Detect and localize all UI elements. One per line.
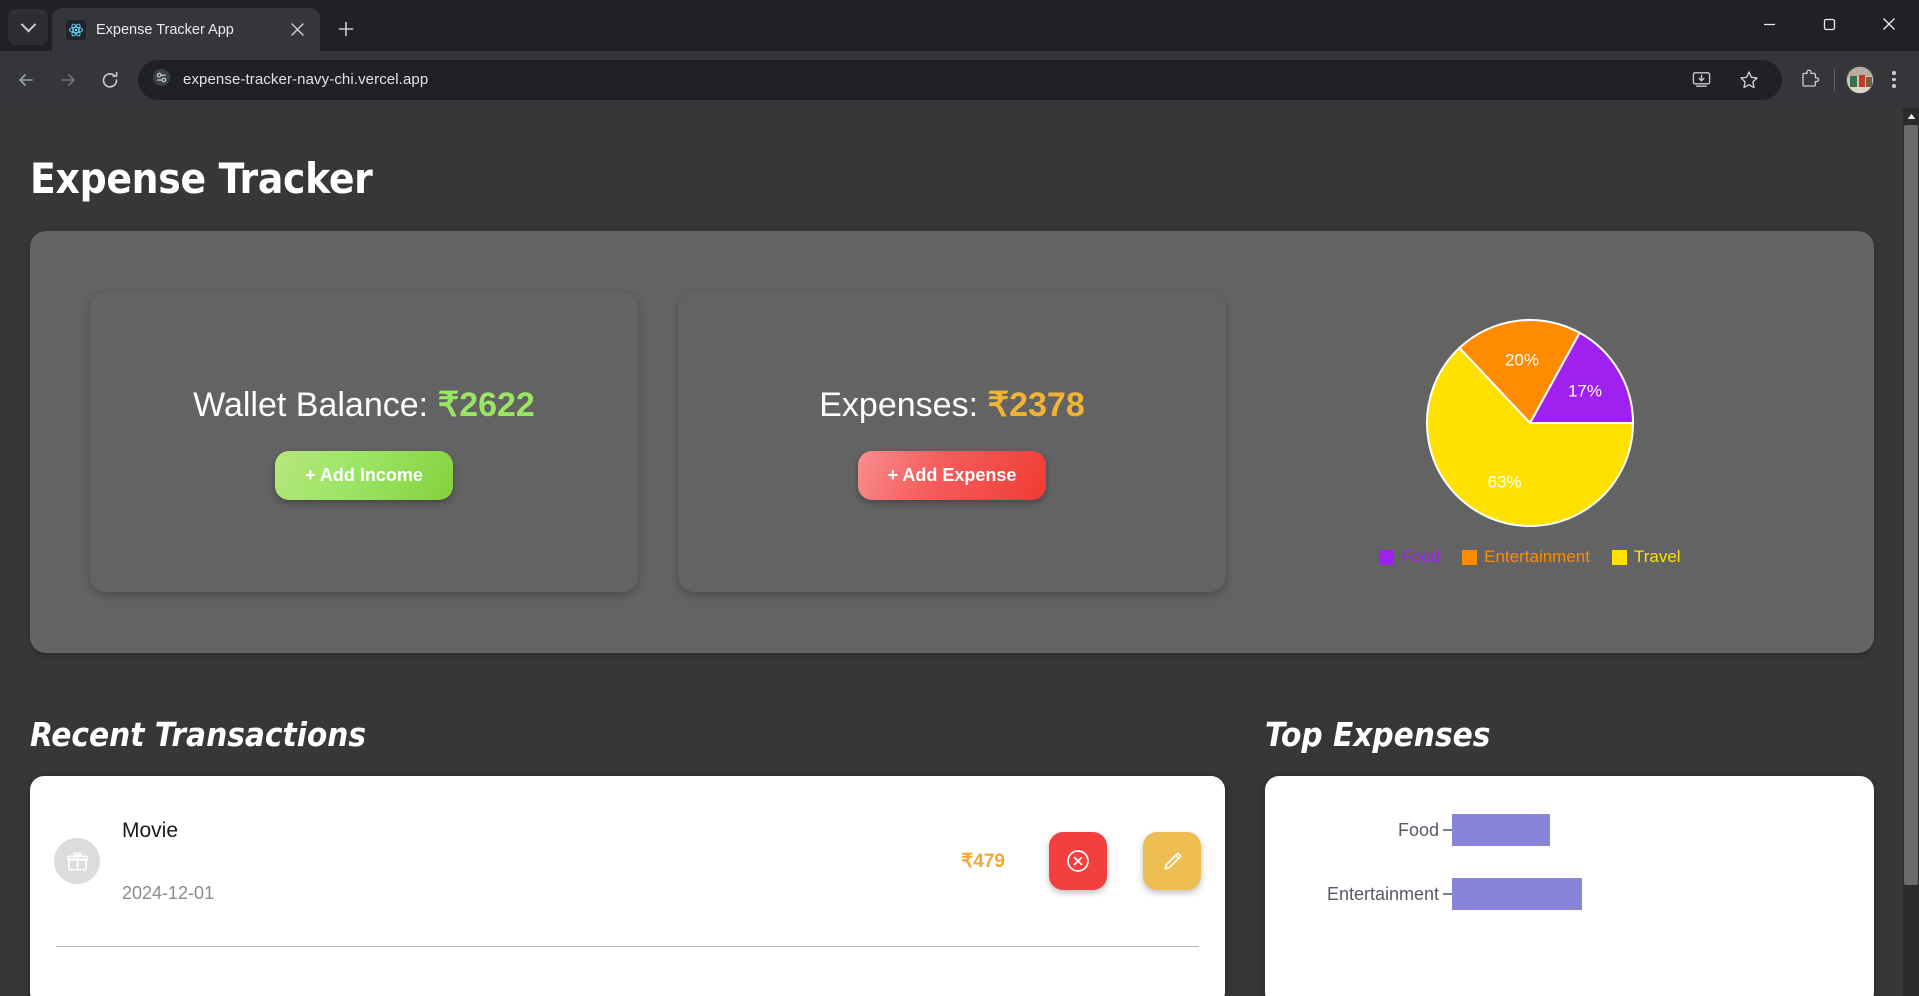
install-app-icon[interactable]	[1684, 63, 1718, 97]
transactions-card: Movie 2024-12-01 ₹479	[30, 776, 1225, 996]
circle-x-icon	[1067, 850, 1089, 872]
legend-swatch	[1379, 549, 1395, 565]
pie-label: 63%	[1488, 473, 1522, 492]
add-income-button[interactable]: + Add Income	[275, 450, 453, 500]
axis-tick	[1443, 829, 1452, 831]
expenses-amount: ₹2378	[987, 385, 1085, 424]
add-expense-button[interactable]: + Add Expense	[857, 450, 1047, 500]
url-text: expense-tracker-navy-chi.vercel.app	[183, 71, 429, 88]
toolbar-divider	[1834, 68, 1835, 91]
minimize-button[interactable]	[1739, 0, 1799, 48]
legend-item-food[interactable]: Food	[1379, 547, 1440, 567]
back-button[interactable]	[6, 60, 46, 100]
page-title: Expense Tracker	[30, 154, 373, 203]
pie-label: 20%	[1505, 351, 1539, 370]
wallet-balance-text: Wallet Balance:	[193, 385, 438, 424]
new-tab-button[interactable]	[328, 11, 364, 47]
expenses-card: Expenses: ₹2378 + Add Expense	[678, 292, 1226, 592]
close-window-button[interactable]	[1859, 0, 1919, 48]
pencil-icon	[1163, 851, 1182, 870]
wallet-balance-label: Wallet Balance: ₹2622	[193, 385, 535, 425]
reload-button[interactable]	[90, 60, 130, 100]
extensions-icon[interactable]	[1792, 63, 1826, 97]
legend-label: Travel	[1633, 547, 1681, 566]
react-logo-icon	[66, 19, 86, 40]
avatar[interactable]	[1843, 63, 1877, 97]
close-icon[interactable]	[284, 17, 310, 43]
browser-menu-button[interactable]	[1879, 63, 1909, 97]
wallet-balance-amount: ₹2622	[437, 385, 535, 424]
top-expenses-title: Top Expenses	[1265, 715, 1491, 754]
legend-item-travel[interactable]: Travel	[1611, 547, 1681, 567]
bookmark-star-icon[interactable]	[1732, 63, 1766, 97]
lower-section: Recent Transactions Movie 2024-12-01 ₹47…	[30, 715, 1874, 996]
legend-swatch	[1611, 549, 1627, 565]
bar-fill	[1452, 878, 1582, 910]
expenses-text: Expenses:	[819, 385, 988, 424]
top-expenses-bar-chart: Food Entertainment	[1283, 798, 1856, 926]
window-controls	[1739, 0, 1919, 48]
pie-legend: Food Entertainment Travel	[1379, 547, 1681, 567]
recent-transactions-title: Recent Transactions	[30, 715, 367, 754]
expenses-label: Expenses: ₹2378	[819, 385, 1085, 425]
table-row[interactable]: Movie 2024-12-01 ₹479	[54, 776, 1201, 946]
address-bar[interactable]: expense-tracker-navy-chi.vercel.app	[138, 59, 1782, 100]
page-viewport: Expense Tracker Wallet Balance: ₹2622 + …	[0, 108, 1919, 996]
legend-label: Entertainment	[1484, 547, 1590, 566]
gift-icon	[54, 838, 100, 884]
top-expenses-section: Top Expenses Food Entertainment	[1265, 715, 1874, 996]
axis-tick	[1443, 893, 1452, 895]
page-scrollbar[interactable]	[1903, 108, 1919, 996]
bar-row: Food	[1283, 798, 1856, 862]
recent-transactions-section: Recent Transactions Movie 2024-12-01 ₹47…	[30, 715, 1225, 996]
bar-label: Food	[1397, 819, 1439, 840]
transaction-title: Movie	[122, 818, 179, 842]
site-settings-icon[interactable]	[152, 68, 171, 92]
transaction-amount: ₹479	[961, 850, 1005, 872]
browser-window: Expense Tracker App expense-tracker-navy…	[0, 0, 1919, 996]
scroll-up-arrow-icon[interactable]	[1903, 108, 1919, 125]
row-divider	[56, 946, 1199, 947]
browser-toolbar: expense-tracker-navy-chi.vercel.app	[0, 51, 1919, 108]
maximize-button[interactable]	[1799, 0, 1859, 48]
top-expenses-card: Food Entertainment	[1265, 776, 1874, 996]
browser-tab[interactable]: Expense Tracker App	[52, 8, 320, 51]
pie-label: 17%	[1568, 381, 1602, 400]
expense-pie-chart: 17% 20% 63% Food Entertainment Travel	[1246, 317, 1814, 567]
wallet-balance-card: Wallet Balance: ₹2622 + Add Income	[90, 292, 638, 592]
chevron-down-icon	[20, 16, 36, 32]
tab-title: Expense Tracker App	[96, 21, 234, 38]
summary-panel: Wallet Balance: ₹2622 + Add Income Expen…	[30, 231, 1874, 653]
tab-search-button[interactable]	[8, 9, 48, 45]
delete-transaction-button[interactable]	[1049, 832, 1107, 890]
pie-svg: 17% 20% 63%	[1426, 319, 1635, 527]
bar-fill	[1452, 814, 1550, 846]
legend-item-entertainment[interactable]: Entertainment	[1462, 547, 1590, 567]
legend-swatch	[1462, 549, 1478, 565]
legend-label: Food	[1401, 547, 1441, 566]
tab-strip: Expense Tracker App	[0, 0, 1919, 51]
scrollbar-thumb[interactable]	[1904, 125, 1918, 885]
bar-row: Entertainment	[1283, 862, 1856, 926]
transaction-date: 2024-12-01	[122, 882, 215, 903]
bar-label: Entertainment	[1326, 883, 1439, 904]
edit-transaction-button[interactable]	[1143, 832, 1201, 890]
forward-button[interactable]	[48, 60, 88, 100]
